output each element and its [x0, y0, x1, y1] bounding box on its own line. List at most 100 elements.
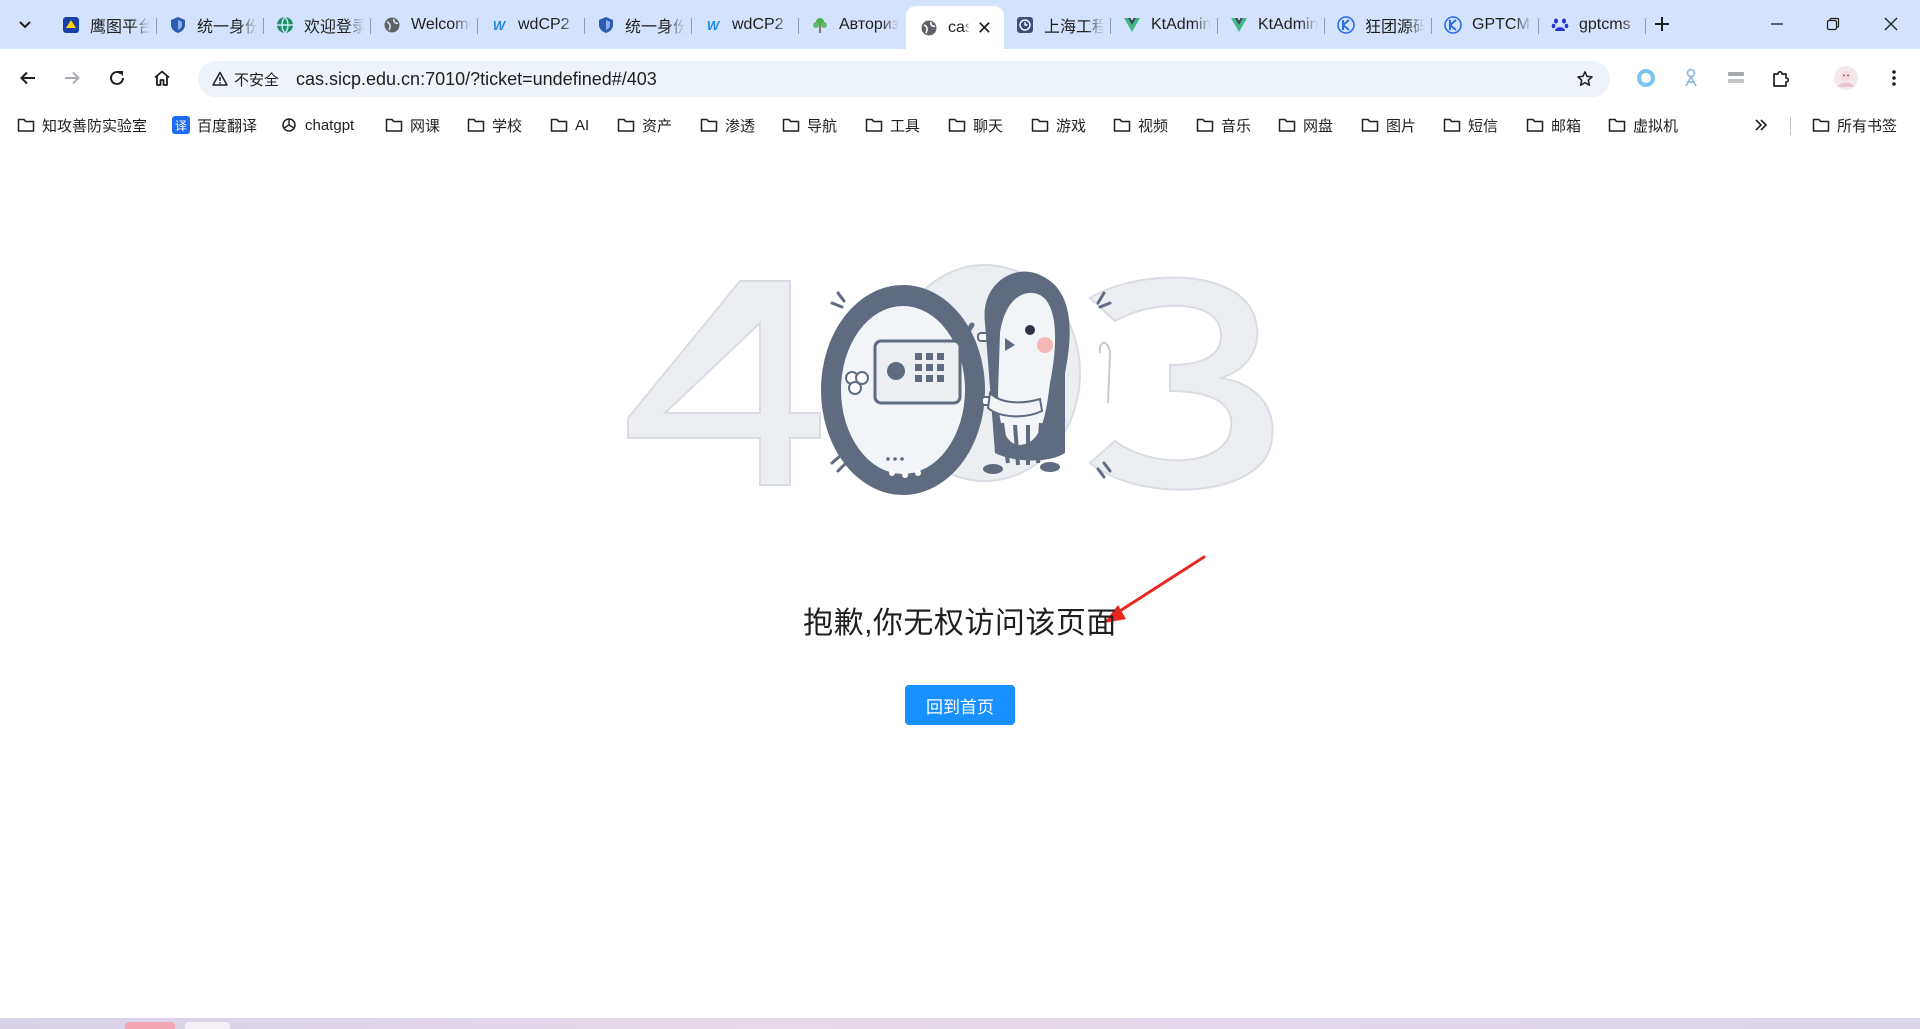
tab-title: Welcome: [411, 16, 471, 33]
bookmark-label: 音乐: [1221, 117, 1252, 135]
back-to-home-button[interactable]: 回到首页: [905, 685, 1015, 725]
bookmark-label: chatgpt: [305, 116, 355, 134]
tab-ktadmin-1[interactable]: KtAdmin: [1111, 6, 1218, 44]
security-chip[interactable]: 不安全: [204, 65, 289, 93]
access-denied-message: 抱歉,你无权访问该页面: [803, 607, 1117, 640]
minimize-button[interactable]: [1757, 8, 1797, 40]
tab-ktadmin-2[interactable]: KtAdmin: [1218, 6, 1325, 44]
page-content: 抱歉,你无权访问该页面 回到首页: [0, 143, 1920, 1018]
profile-avatar[interactable]: [1830, 62, 1862, 94]
bookmark-folder-ai[interactable]: AI: [550, 113, 589, 137]
all-bookmarks-label: 所有书签: [1837, 117, 1898, 135]
bookmark-folder-chat[interactable]: 聊天: [948, 113, 1003, 137]
tab-title: 鹰图平台: [90, 19, 150, 36]
tab-title: wdCP2: [518, 16, 570, 33]
bookmark-label: 资产: [642, 117, 673, 135]
taskbar-item[interactable]: [185, 1022, 230, 1029]
tab-welcome-login[interactable]: 欢迎登录: [264, 6, 371, 44]
tab-sso-1[interactable]: 统一身份认证: [157, 6, 264, 44]
folder-icon: [782, 116, 800, 134]
bookmark-folder-music[interactable]: 音乐: [1196, 113, 1251, 137]
vue-icon: [1230, 16, 1248, 34]
svg-text:译: 译: [175, 119, 187, 133]
tab-title: wdCP2: [732, 16, 784, 33]
tab-close-icon[interactable]: ✕: [977, 18, 992, 39]
more-vertical-icon: [1892, 70, 1896, 86]
double-chevron-right-icon: [1755, 119, 1768, 131]
penguin: [983, 271, 1112, 474]
403-illustration: [627, 264, 1274, 495]
folder-icon: [1278, 116, 1296, 134]
tab-wdcp-1[interactable]: W wdCP2: [478, 6, 585, 44]
wdcp-icon: W: [492, 17, 506, 33]
bookmark-folder-mail[interactable]: 邮箱: [1526, 113, 1581, 137]
bookmark-folder-netdisk[interactable]: 网盘: [1278, 113, 1333, 137]
bookmark-zhigong[interactable]: 知攻善防实验室: [17, 113, 147, 137]
address-bar[interactable]: 不安全 cas.sicp.edu.cn:7010/?ticket=undefin…: [198, 61, 1610, 97]
extensions-button[interactable]: [1765, 62, 1797, 94]
bookmark-label: 学校: [492, 117, 523, 135]
bookmark-folder-video[interactable]: 视频: [1113, 113, 1168, 137]
tab-kuangtuan[interactable]: 狂团源码: [1325, 6, 1432, 44]
bookmark-baidu-translate[interactable]: 译 百度翻译: [172, 113, 257, 137]
tab-title: KtAdmin: [1151, 16, 1211, 33]
tab-title: 统一身份认证: [625, 19, 685, 36]
reload-icon: [110, 70, 124, 85]
tab-gptcms-lower[interactable]: gptcms: [1539, 6, 1646, 44]
bookmark-label: 邮箱: [1551, 117, 1582, 135]
bookmark-label: 视频: [1138, 117, 1169, 135]
reload-button[interactable]: [101, 62, 133, 94]
folder-icon: [1361, 116, 1379, 134]
tab-shanghai[interactable]: 上海工程: [1004, 6, 1111, 44]
close-window-button[interactable]: [1871, 8, 1911, 40]
tab-wdcp-2[interactable]: W wdCP2: [692, 6, 799, 44]
forward-button[interactable]: [56, 62, 88, 94]
tab-welcome[interactable]: Welcome: [371, 6, 478, 44]
bookmark-label: 网课: [410, 117, 441, 135]
bookmark-folder-pentest[interactable]: 渗透: [700, 113, 755, 137]
bookmark-chatgpt[interactable]: chatgpt: [280, 113, 354, 137]
home-button[interactable]: [146, 62, 178, 94]
blue-ring-icon: [1637, 69, 1655, 87]
bookmark-folder-school[interactable]: 学校: [467, 113, 522, 137]
minimize-icon: [1771, 23, 1783, 25]
tab-sso-2[interactable]: 统一身份认证: [585, 6, 692, 44]
new-tab-button[interactable]: [1648, 10, 1676, 38]
hunter-logo-icon: [62, 16, 80, 34]
bookmark-star-button[interactable]: [1570, 64, 1600, 94]
bookmark-folder-sms[interactable]: 短信: [1443, 113, 1498, 137]
bookmarks-overflow-button[interactable]: [1754, 113, 1768, 137]
globe-icon: [920, 19, 938, 37]
globe-icon: [383, 16, 401, 34]
layers-icon: [1728, 72, 1744, 83]
all-bookmarks-button[interactable]: 所有书签: [1812, 113, 1897, 137]
tab-title: 上海工程: [1044, 19, 1104, 36]
browser-menu-button[interactable]: [1878, 62, 1910, 94]
taskbar-item[interactable]: [125, 1022, 175, 1029]
folder-icon: [467, 116, 485, 134]
warning-triangle-icon: [212, 71, 228, 86]
extension-stack-button[interactable]: [1720, 62, 1752, 94]
digit-3: [1088, 276, 1274, 491]
bookmark-folder-vm[interactable]: 虚拟机: [1608, 113, 1678, 137]
clock-icon: [1016, 16, 1034, 34]
bookmark-folder-nav[interactable]: 导航: [782, 113, 837, 137]
bookmark-folder-tools[interactable]: 工具: [865, 113, 920, 137]
tab-search-button[interactable]: [8, 8, 42, 42]
bookmark-folder-games[interactable]: 游戏: [1031, 113, 1086, 137]
bookmark-folder-assets[interactable]: 资产: [617, 113, 672, 137]
tab-cas-active[interactable]: cas ✕: [906, 6, 1004, 49]
bookmark-folder-wangke[interactable]: 网课: [385, 113, 440, 137]
url-text[interactable]: cas.sicp.edu.cn:7010/?ticket=undefined#/…: [296, 69, 657, 90]
back-button[interactable]: [12, 62, 44, 94]
bookmark-label: 聊天: [973, 117, 1004, 135]
bookmark-folder-images[interactable]: 图片: [1361, 113, 1416, 137]
extension-figure-button[interactable]: [1675, 62, 1707, 94]
restore-button[interactable]: [1813, 8, 1853, 40]
tab-gptcms-upper[interactable]: GPTCMS: [1432, 6, 1539, 44]
taskbar-peek: [0, 1018, 1920, 1029]
tab-title: Авторизация: [839, 16, 899, 33]
tab-hunter[interactable]: 鹰图平台: [50, 6, 157, 44]
tab-authorization[interactable]: Авторизация: [799, 6, 906, 44]
extension-circle-button[interactable]: [1630, 62, 1662, 94]
